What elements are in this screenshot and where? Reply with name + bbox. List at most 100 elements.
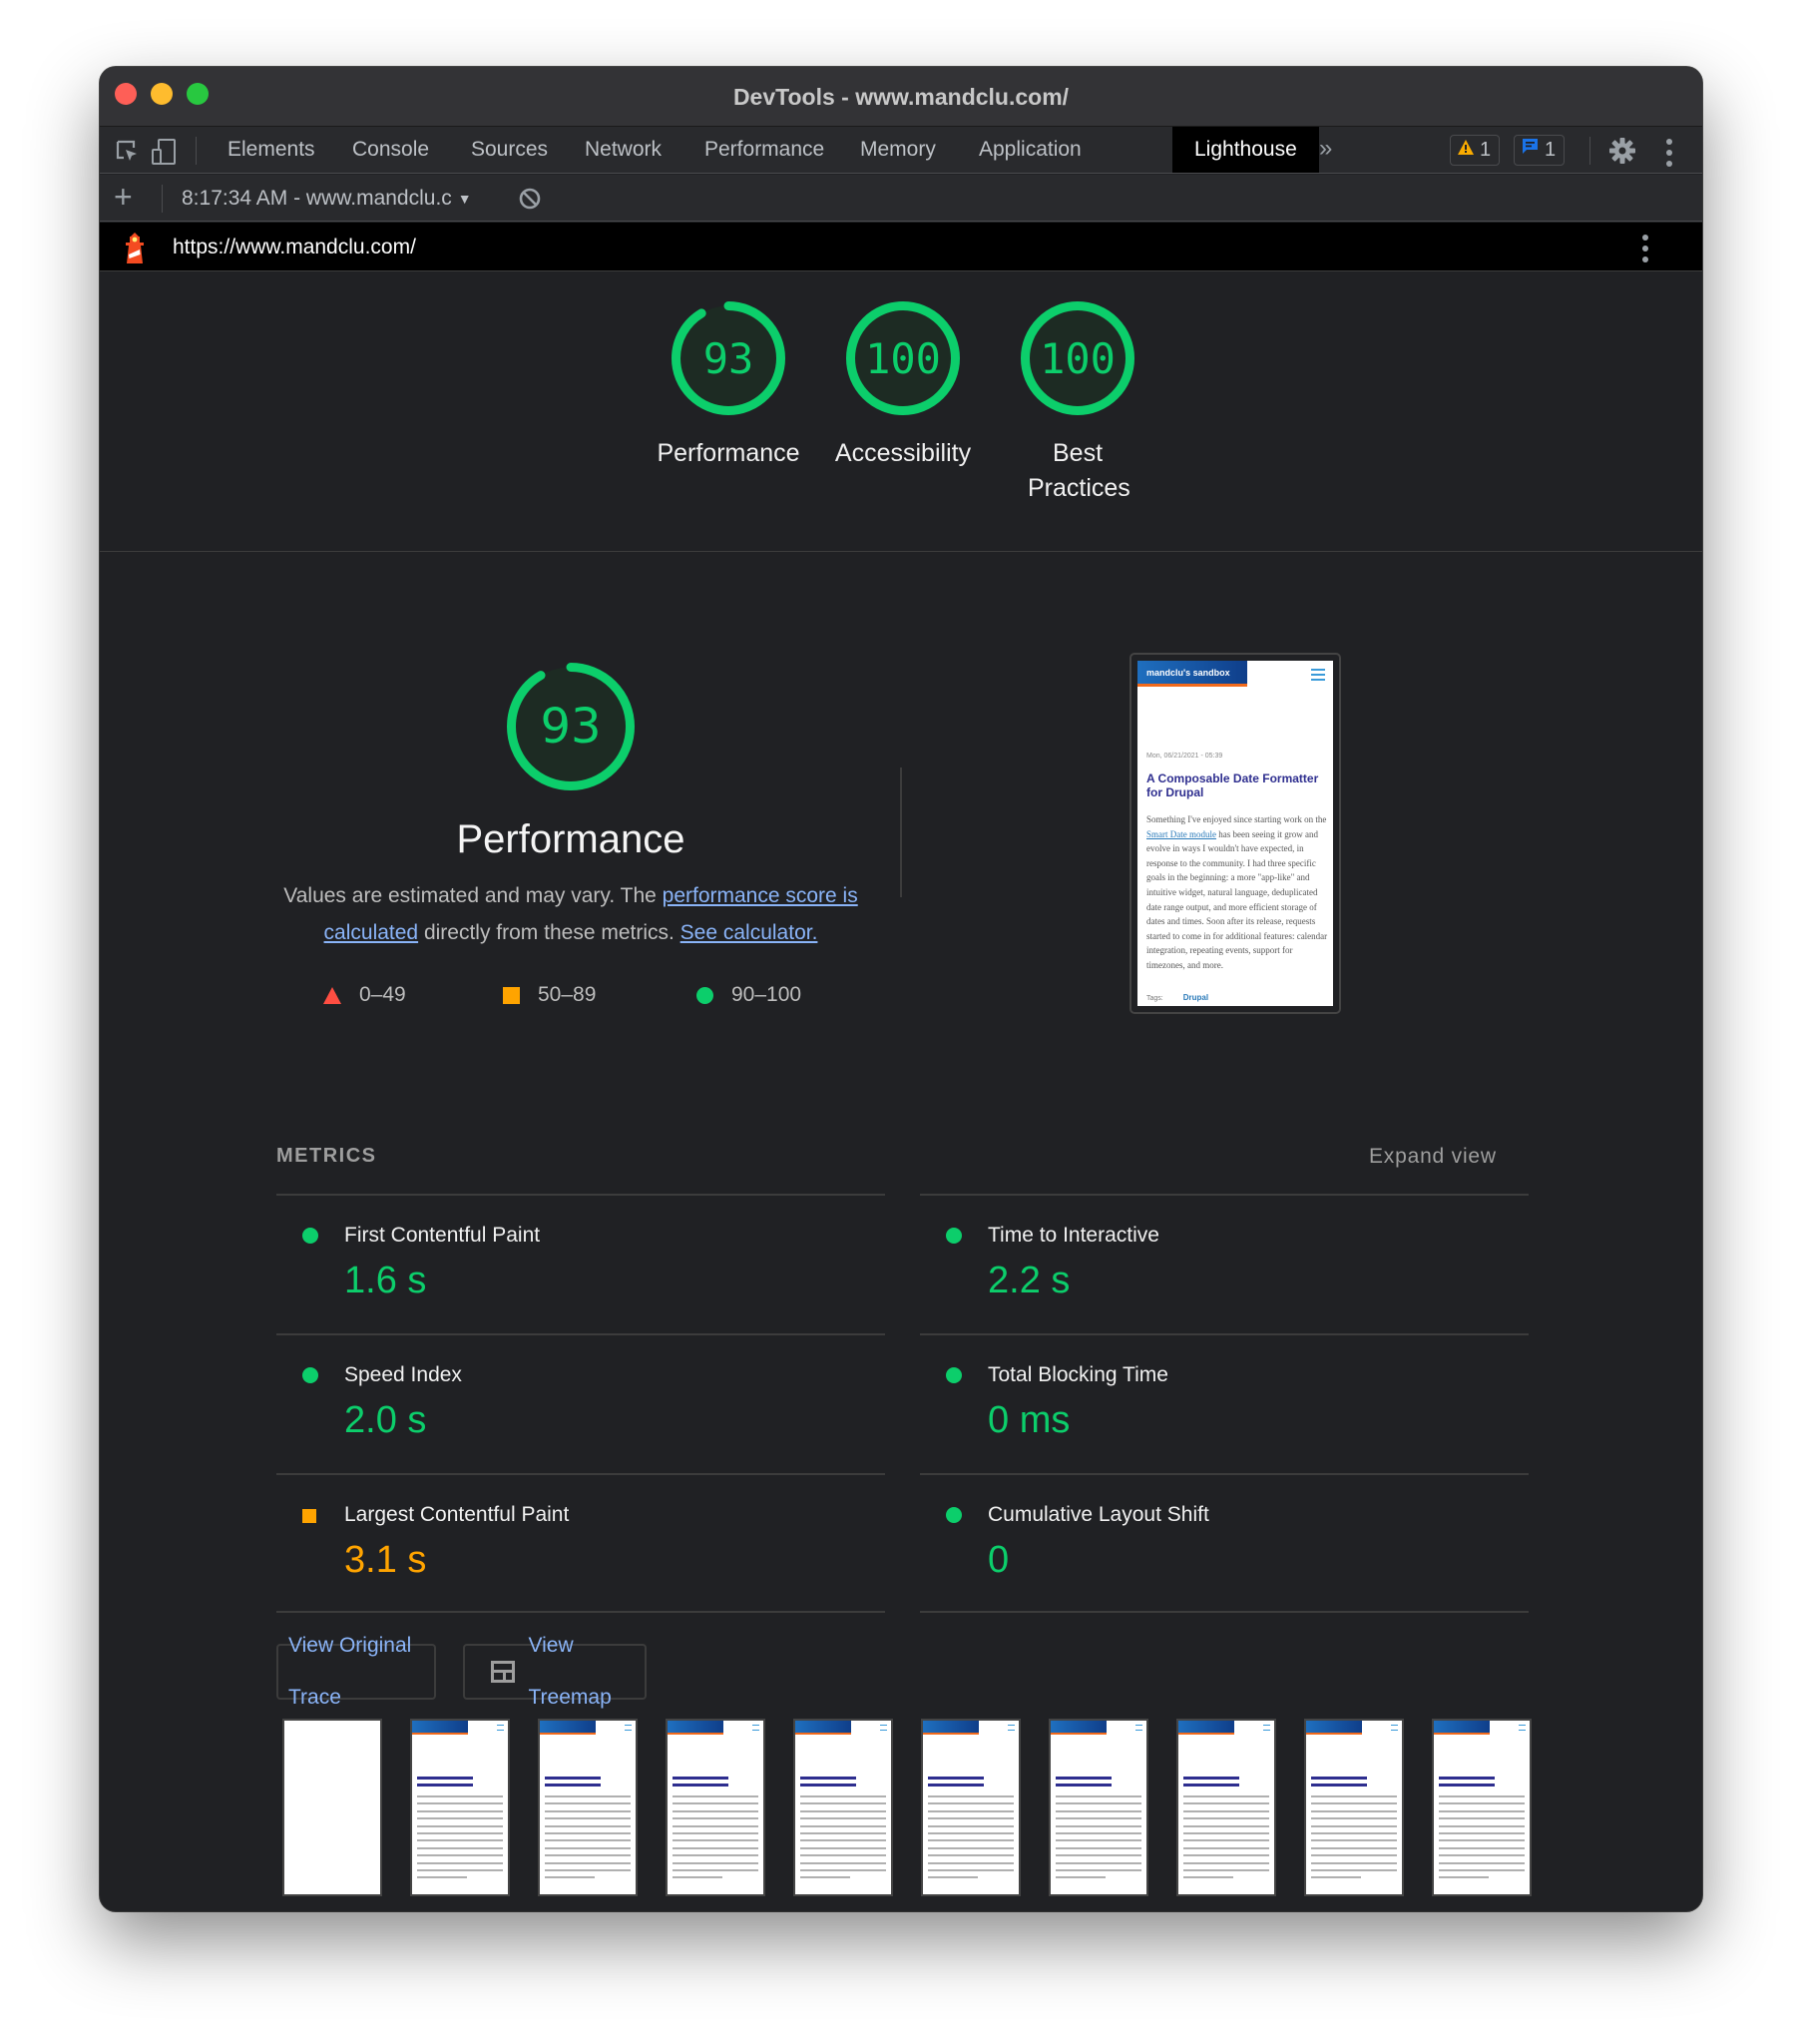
- frame-text-line: [673, 1832, 758, 1834]
- inspect-element-icon[interactable]: [114, 138, 142, 166]
- score-gauge-performance[interactable]: 93 Performance: [649, 300, 808, 471]
- view-treemap-button[interactable]: View Treemap: [463, 1634, 647, 1709]
- frame-text-line: [800, 1809, 886, 1812]
- frame-text-line: [1183, 1809, 1269, 1812]
- site-brand: mandclu's sandbox: [1137, 661, 1247, 687]
- frame-text-line: [1183, 1854, 1269, 1857]
- frame-text-line: [1183, 1876, 1233, 1879]
- pass-indicator-icon: [302, 1367, 318, 1383]
- expand-view-toggle[interactable]: Expand view: [1369, 1145, 1497, 1169]
- frame-title: [417, 1777, 473, 1780]
- frame-text-line: [1183, 1802, 1269, 1805]
- filmstrip-frame: [538, 1719, 638, 1896]
- clear-reports-icon[interactable]: [518, 187, 542, 211]
- metrics-column-right: Time to Interactive 2.2 s Total Blocking…: [920, 1194, 1529, 1613]
- description-text: Values are estimated and may vary. The: [283, 884, 663, 907]
- frame-brand: [923, 1721, 979, 1735]
- frame-text-line: [1183, 1846, 1269, 1849]
- frame-text-line: [673, 1817, 758, 1820]
- frame-text-line: [928, 1817, 1014, 1820]
- frame-text-line: [673, 1802, 758, 1805]
- tab-lighthouse[interactable]: Lighthouse: [1172, 127, 1319, 173]
- tab-console[interactable]: Console: [330, 127, 451, 173]
- frame-text-line: [1056, 1861, 1141, 1864]
- report-selector[interactable]: 8:17:34 AM - www.mandclu.c ▼: [182, 187, 472, 211]
- filmstrip-frame: [282, 1719, 382, 1896]
- tab-sources[interactable]: Sources: [449, 127, 570, 173]
- devtools-tab-bar: Elements Console Sources Network Perform…: [100, 127, 1702, 174]
- frame-text-line: [673, 1846, 758, 1849]
- pass-indicator-icon: [946, 1367, 962, 1383]
- see-calculator-link[interactable]: See calculator.: [680, 921, 818, 944]
- metric-value: 2.2 s: [988, 1260, 1071, 1301]
- frame-text-line: [417, 1854, 503, 1857]
- new-report-button[interactable]: +: [114, 181, 133, 213]
- frame-menu-icon: [625, 1725, 632, 1731]
- frame-text-line: [1439, 1876, 1489, 1879]
- pass-indicator-icon: [302, 1228, 318, 1244]
- frame-text-line: [545, 1846, 631, 1849]
- frame-text-line: [1056, 1824, 1141, 1827]
- final-screenshot[interactable]: mandclu's sandbox Mon, 06/21/2021 - 05:3…: [1129, 653, 1341, 1014]
- hamburger-menu-icon: [1311, 669, 1325, 684]
- devtools-window: DevTools - www.mandclu.com/ Elements Con…: [100, 67, 1702, 1911]
- post-tags: Tags: Drupal: [1146, 993, 1208, 1002]
- frame-brand: [668, 1721, 723, 1735]
- frame-title: [1183, 1777, 1239, 1780]
- tab-elements[interactable]: Elements: [206, 127, 337, 173]
- performance-title: Performance: [456, 817, 685, 861]
- metric-largest-contentful-paint: Largest Contentful Paint 3.1 s: [276, 1473, 885, 1613]
- frame-text-line: [928, 1854, 1014, 1857]
- frame-text-line: [1183, 1832, 1269, 1834]
- tab-memory[interactable]: Memory: [838, 127, 958, 173]
- score-gauge-accessibility[interactable]: 100 Accessibility: [823, 300, 983, 471]
- device-toolbar-icon[interactable]: [150, 138, 178, 166]
- metric-value: 2.0 s: [344, 1399, 427, 1441]
- frame-text-line: [673, 1809, 758, 1812]
- devtools-menu-kebab-icon[interactable]: [1666, 139, 1672, 167]
- frame-text-line: [1439, 1832, 1525, 1834]
- tab-network[interactable]: Network: [563, 127, 683, 173]
- frame-text-line: [1311, 1802, 1397, 1805]
- frame-text-line: [417, 1802, 503, 1805]
- filmstrip-frame: [793, 1719, 893, 1896]
- frame-text-line: [417, 1817, 503, 1820]
- frame-text-line: [545, 1824, 631, 1827]
- more-tabs-button[interactable]: »: [1319, 127, 1332, 173]
- view-original-trace-button[interactable]: View Original Trace: [276, 1634, 436, 1709]
- metric-label: Speed Index: [344, 1363, 462, 1386]
- metric-label: Cumulative Layout Shift: [988, 1503, 1209, 1526]
- message-count: 1: [1545, 139, 1557, 161]
- frame-text-line: [1311, 1869, 1397, 1871]
- frame-text-line: [673, 1854, 758, 1857]
- metric-label: Time to Interactive: [988, 1224, 1159, 1247]
- score-gauge-best-practices[interactable]: 100 Best Practices: [998, 300, 1157, 506]
- legend-range: 0–49: [359, 983, 406, 1006]
- messages-badge[interactable]: 1: [1514, 135, 1566, 166]
- frame-brand: [540, 1721, 596, 1735]
- tab-application[interactable]: Application: [957, 127, 1104, 173]
- metric-value: 0 ms: [988, 1399, 1071, 1441]
- square-icon: [503, 986, 520, 1004]
- frame-text-line: [1183, 1824, 1269, 1827]
- post-body: Something I've enjoyed since starting wo…: [1146, 812, 1332, 973]
- section-divider: [900, 767, 902, 897]
- window-title: DevTools - www.mandclu.com/: [732, 84, 1070, 110]
- warning-icon: [1457, 136, 1475, 165]
- post-body-link: Smart Date module: [1146, 828, 1216, 839]
- report-url[interactable]: https://www.mandclu.com/: [173, 236, 416, 259]
- frame-text-line: [417, 1869, 503, 1871]
- metric-total-blocking-time: Total Blocking Time 0 ms: [920, 1333, 1529, 1473]
- message-icon: [1521, 136, 1540, 165]
- category-scores: 93 Performance 100 Accessibility 100 Bes…: [100, 272, 1702, 552]
- legend-pass: 90–100: [696, 983, 801, 1007]
- settings-gear-icon[interactable]: [1608, 137, 1636, 165]
- frame-text-line: [545, 1817, 631, 1820]
- warnings-badge[interactable]: 1: [1450, 135, 1501, 166]
- frame-text-line: [1311, 1809, 1397, 1812]
- metric-label: Total Blocking Time: [988, 1363, 1168, 1386]
- frame-text-line: [417, 1832, 503, 1834]
- report-menu-kebab-icon[interactable]: [1642, 235, 1648, 262]
- tab-performance[interactable]: Performance: [682, 127, 846, 173]
- frame-brand: [1434, 1721, 1490, 1735]
